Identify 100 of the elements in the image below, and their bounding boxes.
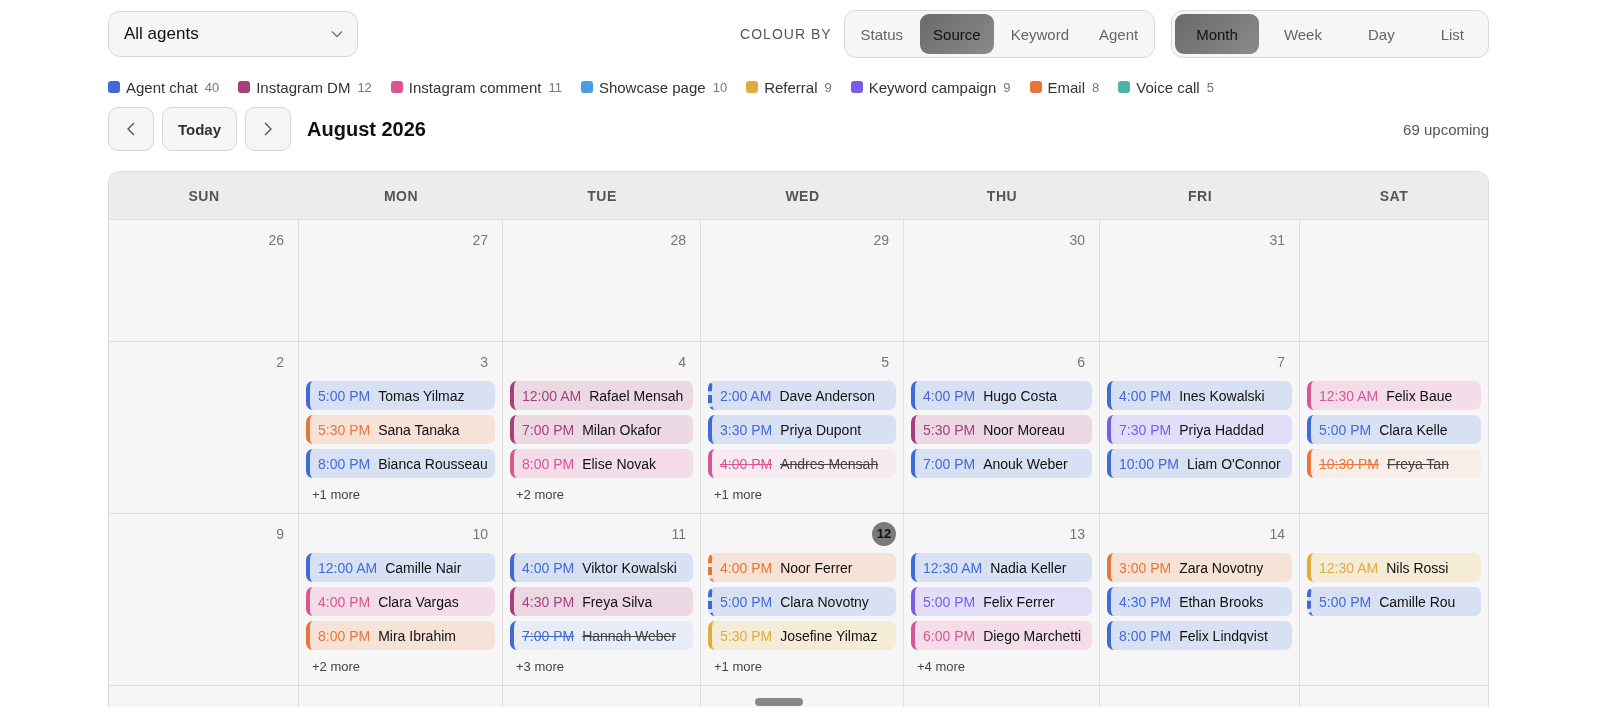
day-cell[interactable]: 12:30 AM Nils Rossi 5:00 PM Camille Rou xyxy=(1300,514,1488,686)
event-chip[interactable]: 5:00 PM Tomas Yilmaz xyxy=(306,381,495,410)
event-chip[interactable]: 5:30 PM Noor Moreau xyxy=(911,415,1092,444)
day-cell[interactable]: 28 xyxy=(503,220,701,342)
legend-count: 10 xyxy=(712,79,728,95)
legend-count: 40 xyxy=(204,79,220,95)
day-cell[interactable]: 2 xyxy=(109,342,299,514)
legend-label: Keyword campaign xyxy=(868,78,997,96)
event-chip[interactable]: 8:00 PM Mira Ibrahim xyxy=(306,621,495,650)
day-cell[interactable]: 14 3:00 PM Zara Novotny 4:30 PM Ethan Brooks 8:00 PM Felix Lindqvist xyxy=(1100,514,1300,686)
day-number: 13 xyxy=(1069,525,1086,544)
day-cell[interactable]: 12:30 AM Felix Baue 5:00 PM Clara Kelle 10:30 PM Freya Tan xyxy=(1300,342,1488,514)
colour-by-label: COLOUR BY xyxy=(740,26,832,42)
event-chip[interactable]: 4:00 PM Ines Kowalski xyxy=(1107,381,1292,410)
day-number: 14 xyxy=(1269,525,1286,544)
view-tab[interactable]: Month xyxy=(1175,14,1259,54)
chevron-right-icon xyxy=(264,122,273,136)
day-number: 27 xyxy=(472,231,489,250)
event-chip[interactable]: 3:00 PM Zara Novotny xyxy=(1107,553,1292,582)
event-chip[interactable]: 5:00 PM Camille Rou xyxy=(1307,587,1481,616)
legend-label: Voice call xyxy=(1136,78,1200,96)
day-cell[interactable]: 27 xyxy=(299,220,503,342)
day-cell[interactable]: 5 2:00 AM Dave Anderson 3:30 PM Priya Dupont 4:00 PM Andres Mensah +1 more xyxy=(701,342,904,514)
agent-select[interactable]: All agents xyxy=(108,11,358,57)
event-chip[interactable]: 12:00 AM Camille Nair xyxy=(306,553,495,582)
day-number: 12 xyxy=(872,522,896,546)
prev-button[interactable] xyxy=(108,107,154,151)
view-tab[interactable]: List xyxy=(1419,14,1485,54)
more-link[interactable]: +1 more xyxy=(708,487,763,502)
next-button[interactable] xyxy=(245,107,292,151)
event-chip[interactable]: 4:30 PM Freya Silva xyxy=(510,587,693,616)
legend-count: 8 xyxy=(1092,79,1100,95)
day-number: 7 xyxy=(1277,353,1286,372)
event-chip[interactable]: 3:30 PM Priya Dupont xyxy=(708,415,896,444)
upcoming-count: 69 upcoming xyxy=(1403,120,1489,138)
legend-label: Email xyxy=(1047,78,1086,96)
chevron-down-icon xyxy=(331,30,343,38)
chevron-left-icon xyxy=(127,122,135,136)
event-chip[interactable]: 4:00 PM Hugo Costa xyxy=(911,381,1092,410)
day-cell[interactable]: 29 xyxy=(701,220,904,342)
scrollbar-thumb[interactable] xyxy=(755,698,803,706)
event-chip[interactable]: 10:00 PM Liam O'Connor xyxy=(1107,449,1292,478)
day-number: 31 xyxy=(1269,231,1286,250)
day-number: 29 xyxy=(873,231,890,250)
more-link[interactable]: +2 more xyxy=(306,659,361,674)
day-cell[interactable]: 13 12:30 AM Nadia Keller 5:00 PM Felix Ferrer 6:00 PM Diego Marchetti +4 more xyxy=(904,514,1100,686)
legend-label: Instagram DM xyxy=(256,78,351,96)
event-chip[interactable]: 4:30 PM Ethan Brooks xyxy=(1107,587,1292,616)
month-title: August 2026 xyxy=(307,117,426,141)
event-chip[interactable]: 5:00 PM Clara Novotny xyxy=(708,587,896,616)
colour-by-option[interactable]: Keyword xyxy=(997,14,1082,54)
event-chip[interactable]: 7:00 PM Anouk Weber xyxy=(911,449,1092,478)
event-chip[interactable]: 8:00 PM Felix Lindqvist xyxy=(1107,621,1292,650)
today-button[interactable]: Today xyxy=(162,107,238,151)
day-cell[interactable]: 11 4:00 PM Viktor Kowalski 4:30 PM Freya Silva 7:00 PM Hannah Weber +3 more xyxy=(503,514,701,686)
weekday-header: WED xyxy=(784,186,821,206)
day-cell[interactable]: 3 5:00 PM Tomas Yilmaz 5:30 PM Sana Tanaka 8:00 PM Bianca Rousseau +1 more xyxy=(299,342,503,514)
event-chip[interactable]: 7:00 PM Hannah Weber xyxy=(510,621,693,650)
day-cell[interactable]: 6 4:00 PM Hugo Costa 5:30 PM Noor Moreau 7:00 PM Anouk Weber xyxy=(904,342,1100,514)
event-chip[interactable]: 4:00 PM Clara Vargas xyxy=(306,587,495,616)
legend-label: Instagram comment xyxy=(408,78,542,96)
day-cell[interactable]: 12 4:00 PM Noor Ferrer 5:00 PM Clara Novotny 5:30 PM Josefine Yilmaz +1 more xyxy=(701,514,904,686)
colour-by-option[interactable]: Status xyxy=(847,14,917,54)
view-tab[interactable]: Day xyxy=(1346,14,1416,54)
more-link[interactable]: +1 more xyxy=(306,487,361,502)
day-cell[interactable]: 9 xyxy=(109,514,299,686)
view-tab[interactable]: Week xyxy=(1262,14,1343,54)
event-chip[interactable]: 12:30 AM Nadia Keller xyxy=(911,553,1092,582)
event-chip[interactable]: 10:30 PM Freya Tan xyxy=(1307,449,1481,478)
event-chip[interactable]: 8:00 PM Elise Novak xyxy=(510,449,693,478)
event-chip[interactable]: 7:00 PM Milan Okafor xyxy=(510,415,693,444)
colour-by-option[interactable]: Source xyxy=(920,14,994,54)
event-chip[interactable]: 12:00 AM Rafael Mensah xyxy=(510,381,693,410)
day-cell[interactable]: 26 xyxy=(109,220,299,342)
event-chip[interactable]: 4:00 PM Andres Mensah xyxy=(708,449,896,478)
day-cell[interactable]: 7 4:00 PM Ines Kowalski 7:30 PM Priya Haddad 10:00 PM Liam O'Connor xyxy=(1100,342,1300,514)
colour-by-option[interactable]: Agent xyxy=(1086,14,1152,54)
more-link[interactable]: +4 more xyxy=(911,659,966,674)
day-cell[interactable]: 30 xyxy=(904,220,1100,342)
more-link[interactable]: +3 more xyxy=(510,659,565,674)
weekday-header: FRI xyxy=(1186,186,1214,206)
event-chip[interactable]: 5:30 PM Josefine Yilmaz xyxy=(708,621,896,650)
day-cell[interactable]: 31 xyxy=(1100,220,1300,342)
event-chip[interactable]: 6:00 PM Diego Marchetti xyxy=(911,621,1092,650)
day-number: 6 xyxy=(1077,353,1086,372)
event-chip[interactable]: 5:30 PM Sana Tanaka xyxy=(306,415,495,444)
event-chip[interactable]: 12:30 AM Felix Baue xyxy=(1307,381,1481,410)
event-chip[interactable]: 5:00 PM Clara Kelle xyxy=(1307,415,1481,444)
event-chip[interactable]: 7:30 PM Priya Haddad xyxy=(1107,415,1292,444)
legend-count: 9 xyxy=(824,79,832,95)
event-chip[interactable]: 4:00 PM Noor Ferrer xyxy=(708,553,896,582)
day-cell[interactable]: 10 12:00 AM Camille Nair 4:00 PM Clara Vargas 8:00 PM Mira Ibrahim +2 more xyxy=(299,514,503,686)
event-chip[interactable]: 12:30 AM Nils Rossi xyxy=(1307,553,1481,582)
event-chip[interactable]: 2:00 AM Dave Anderson xyxy=(708,381,896,410)
event-chip[interactable]: 4:00 PM Viktor Kowalski xyxy=(510,553,693,582)
event-chip[interactable]: 5:00 PM Felix Ferrer xyxy=(911,587,1092,616)
more-link[interactable]: +2 more xyxy=(510,487,565,502)
more-link[interactable]: +1 more xyxy=(708,659,763,674)
event-chip[interactable]: 8:00 PM Bianca Rousseau xyxy=(306,449,495,478)
day-cell[interactable]: 4 12:00 AM Rafael Mensah 7:00 PM Milan Okafor 8:00 PM Elise Novak +2 more xyxy=(503,342,701,514)
